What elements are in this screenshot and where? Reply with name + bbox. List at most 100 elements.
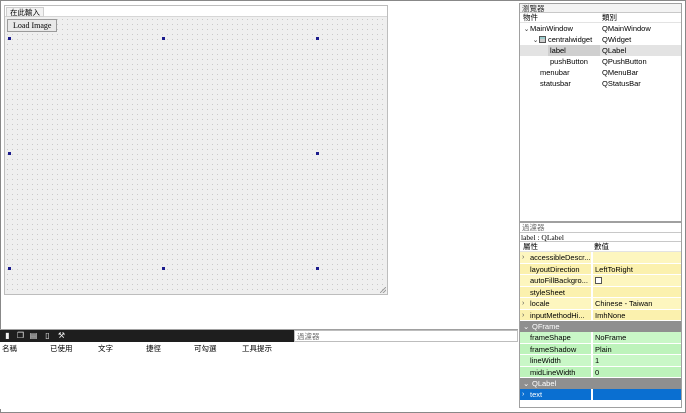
tree-row-pushbutton[interactable]: pushButton QPushButton	[520, 56, 681, 67]
tree-row-object: pushButton	[550, 57, 588, 66]
value-column-header[interactable]: 數值	[594, 242, 609, 252]
tree-row-class: QMainWindow	[602, 24, 651, 33]
resize-handle-top-left[interactable]	[8, 37, 11, 40]
tree-row-object: label	[548, 45, 600, 56]
action-table-header: 名稱 已使用 文字 捷徑 可勾選 工具提示	[0, 344, 518, 354]
property-name: inputMethodHi...	[530, 310, 585, 320]
tree-row-label[interactable]: label QLabel	[520, 45, 681, 56]
tree-row-class: QLabel	[602, 46, 627, 55]
column-header-text[interactable]: 文字	[98, 344, 113, 354]
property-value[interactable]	[592, 389, 681, 400]
property-value[interactable]: Plain	[592, 343, 681, 354]
chevron-right-icon[interactable]: ›	[522, 298, 524, 309]
configure-icon[interactable]: ⚒	[57, 331, 66, 341]
load-image-button[interactable]: Load Image	[7, 19, 58, 32]
property-name: frameShape	[520, 332, 591, 343]
property-value[interactable]	[592, 252, 681, 263]
property-row[interactable]: lineWidth 1	[520, 355, 681, 367]
action-filter-input[interactable]	[294, 330, 518, 342]
property-name: layoutDirection	[520, 263, 591, 274]
property-row[interactable]: midLineWidth 0	[520, 366, 681, 378]
object-inspector-title: 瀏覽器	[520, 4, 681, 13]
resize-handle-top-right[interactable]	[316, 37, 319, 40]
category-label: QFrame	[532, 322, 560, 331]
column-header-shortcut[interactable]: 捷徑	[146, 344, 161, 354]
tree-row-statusbar[interactable]: statusbar QStatusBar	[520, 78, 681, 89]
tree-row-mainwindow[interactable]: ⌄MainWindow QMainWindow	[520, 23, 681, 34]
size-grip-icon[interactable]	[380, 287, 386, 293]
chevron-right-icon[interactable]: ›	[522, 310, 524, 321]
tree-row-object: MainWindow	[530, 24, 573, 33]
property-name: styleSheet	[520, 286, 591, 297]
column-header-used[interactable]: 已使用	[50, 344, 73, 354]
property-row[interactable]: frameShadow Plain	[520, 343, 681, 355]
category-qframe[interactable]: ⌄ QFrame	[520, 321, 681, 332]
tree-row-class: QWidget	[602, 35, 632, 44]
property-name: text	[530, 390, 543, 399]
chevron-right-icon[interactable]: ›	[522, 389, 524, 400]
tree-row-object: centralwidget	[548, 35, 593, 44]
property-editor: label : QLabel 屬性 數值 › accessibleDescr...…	[519, 222, 682, 408]
tree-row-class: QPushButton	[602, 57, 647, 66]
class-column-header[interactable]: 類別	[602, 13, 617, 23]
resize-handle-bottom-left[interactable]	[8, 267, 11, 270]
tree-row-object: statusbar	[540, 79, 571, 88]
object-inspector-header: 物件 類別	[520, 13, 681, 23]
property-row-selected[interactable]: › text	[520, 389, 681, 401]
property-editor-header: 屬性 數值	[520, 242, 681, 252]
property-row[interactable]: autoFillBackgro...	[520, 275, 681, 287]
property-value[interactable]: Chinese - Taiwan	[592, 298, 681, 309]
column-header-tooltip[interactable]: 工具提示	[242, 344, 272, 354]
property-value[interactable]: LeftToRight	[592, 263, 681, 274]
category-qlabel[interactable]: ⌄ QLabel	[520, 378, 681, 389]
column-header-checkable[interactable]: 可勾選	[194, 344, 217, 354]
form-menubar[interactable]: 在此輸入	[5, 6, 387, 17]
property-row[interactable]: styleSheet	[520, 286, 681, 298]
property-row[interactable]: layoutDirection LeftToRight	[520, 263, 681, 275]
property-row[interactable]: › accessibleDescr...	[520, 252, 681, 264]
resize-handle-bottom-right[interactable]	[316, 267, 319, 270]
property-value[interactable]: ImhNone	[592, 309, 681, 320]
paste-icon[interactable]: ▤	[29, 331, 38, 341]
central-widget-canvas[interactable]: Load Image	[5, 17, 387, 294]
tree-row-centralwidget[interactable]: ⌄ centralwidget QWidget	[520, 34, 681, 45]
selected-object-label: label : QLabel	[520, 233, 681, 242]
chevron-down-icon[interactable]: ⌄	[523, 378, 529, 389]
delete-icon[interactable]: ▯	[43, 331, 52, 341]
object-inspector: 瀏覽器 物件 類別 ⌄MainWindow QMainWindow ⌄ centr…	[519, 3, 682, 222]
copy-icon[interactable]: ❐	[16, 331, 25, 341]
new-action-icon[interactable]: ▮	[3, 331, 12, 341]
resize-handle-top[interactable]	[162, 37, 165, 40]
property-name: accessibleDescr...	[530, 253, 591, 262]
widget-icon	[539, 36, 546, 43]
chevron-down-icon[interactable]: ⌄	[523, 321, 529, 332]
property-filter-input[interactable]	[520, 223, 681, 233]
resize-handle-left[interactable]	[8, 152, 11, 155]
property-name: locale	[530, 299, 550, 308]
property-value[interactable]	[592, 286, 681, 297]
category-label: QLabel	[532, 379, 557, 388]
property-value[interactable]: NoFrame	[592, 332, 681, 343]
resize-handle-right[interactable]	[316, 152, 319, 155]
action-editor-toolbar: ▮ ❐ ▤ ▯ ⚒	[0, 330, 294, 342]
object-column-header[interactable]: 物件	[523, 13, 538, 22]
type-here-menu-placeholder[interactable]: 在此輸入	[6, 7, 44, 17]
property-name: autoFillBackgro...	[520, 275, 591, 286]
property-value[interactable]: 1	[592, 355, 681, 366]
property-row[interactable]: frameShape NoFrame	[520, 332, 681, 344]
property-name: frameShadow	[520, 343, 591, 354]
action-editor: ▮ ❐ ▤ ▯ ⚒ 名稱 已使用 文字 捷徑 可勾選 工具提示	[0, 329, 518, 409]
property-value[interactable]: 0	[592, 366, 681, 377]
tree-row-menubar[interactable]: menubar QMenuBar	[520, 67, 681, 78]
column-header-name[interactable]: 名稱	[2, 344, 17, 354]
tree-row-object: menubar	[540, 68, 570, 77]
property-column-header[interactable]: 屬性	[523, 242, 538, 251]
tree-row-class: QMenuBar	[602, 68, 639, 77]
property-row[interactable]: › inputMethodHi... ImhNone	[520, 309, 681, 321]
property-row[interactable]: › locale Chinese - Taiwan	[520, 298, 681, 310]
resize-handle-bottom[interactable]	[162, 267, 165, 270]
chevron-right-icon[interactable]: ›	[522, 252, 524, 263]
tree-row-class: QStatusBar	[602, 79, 641, 88]
autofill-checkbox[interactable]	[595, 277, 602, 284]
form-editor[interactable]: 在此輸入 Load Image	[4, 5, 388, 295]
